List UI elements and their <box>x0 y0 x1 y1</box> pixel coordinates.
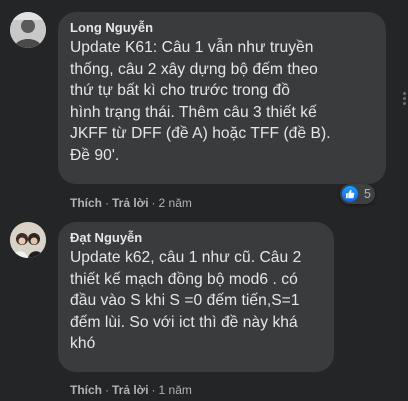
comment-text: Update K61: Câu 1 vẫn như truyền thống, … <box>70 39 331 164</box>
separator-dot: · <box>105 196 109 210</box>
comment-author[interactable]: Đạt Nguyễn <box>70 230 322 246</box>
comment-bubble: Long Nguyễn Update K61: Câu 1 vẫn như tr… <box>58 12 386 184</box>
comment-time[interactable]: 2 năm <box>159 196 192 210</box>
reaction-summary[interactable]: 5 <box>340 184 375 204</box>
reaction-count: 5 <box>364 187 371 201</box>
avatar-photo <box>10 12 46 48</box>
avatar[interactable] <box>10 222 46 258</box>
like-link[interactable]: Thích <box>70 383 102 397</box>
comment-bubble: Đạt Nguyễn Update k62, câu 1 như cũ. Câu… <box>58 222 334 372</box>
separator-dot: · <box>105 383 109 397</box>
comment-author[interactable]: Long Nguyễn <box>70 20 374 36</box>
reply-link[interactable]: Trả lời <box>112 196 149 210</box>
comment-text: Update k62, câu 1 như cũ. Câu 2 thiết kế… <box>70 249 302 353</box>
comment-actions: Thích · Trả lời · 2 năm <box>70 196 192 210</box>
comment-actions: Thích · Trả lời · 1 năm <box>70 383 192 397</box>
like-link[interactable]: Thích <box>70 196 102 210</box>
comment-time[interactable]: 1 năm <box>159 383 192 397</box>
reply-link[interactable]: Trả lời <box>112 383 149 397</box>
avatar[interactable] <box>10 12 46 48</box>
like-icon <box>342 186 358 202</box>
avatar-photo <box>10 222 46 258</box>
separator-dot: · <box>151 196 156 210</box>
more-options-icon[interactable] <box>403 92 406 106</box>
separator-dot: · <box>151 383 156 397</box>
